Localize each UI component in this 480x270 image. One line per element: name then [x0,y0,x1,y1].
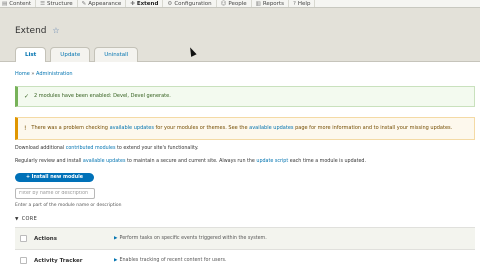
toolbar-item-configuration[interactable]: ⚙ Configuration [163,0,217,7]
toolbar-item-content[interactable]: ▤ Content [0,0,37,7]
toolbar-item-reports[interactable]: ▥ Reports [252,0,289,7]
person-icon: ☺ [220,1,227,7]
breadcrumb: Home » Administration [15,71,73,77]
text-part: to extend your site's functionality. [115,146,199,151]
review-updates-text: Regularly review and install available u… [15,159,366,164]
toolbar-item-label: Reports [262,1,284,7]
module-row: Activity Tracker ▶ Enables tracking of re… [15,249,475,270]
text-part: Regularly review and install [15,159,83,164]
wrench-icon: ⚙ [167,1,173,7]
install-new-module-button[interactable]: + Install new module [15,173,94,182]
toolbar-item-label: Content [9,1,32,7]
module-checkbox[interactable] [20,235,27,242]
available-updates-page-link[interactable]: available updates [249,125,293,131]
toolbar-item-people[interactable]: ☺ People [217,0,252,7]
warning-message-text: There was a problem checking available u… [31,125,452,132]
puzzle-icon: ✚ [130,1,135,7]
toolbar-item-label: Appearance [88,1,122,7]
triangle-right-icon: ▶ [114,258,118,263]
available-updates-link[interactable]: available updates [110,125,154,131]
help-icon: ? [292,1,296,7]
toolbar-item-help[interactable]: ? Help [289,0,316,7]
module-description-toggle[interactable]: ▶ Perform tasks on specific events trigge… [114,236,267,241]
toolbar-item-label: Extend [136,1,159,7]
admin-toolbar: ▤ Content ☰ Structure ✎ Appearance ✚ Ext… [0,0,480,8]
warning-text-part: for your modules or themes. See the [153,125,250,131]
checkmark-icon: ✓ [24,93,30,100]
module-name: Actions [34,235,57,242]
core-section-label: CORE [21,216,38,222]
toolbar-item-label: People [228,1,247,7]
warning-text-part: page for more information and to install… [293,125,453,131]
tab-uninstall[interactable]: Uninstall [94,47,139,62]
toolbar-item-extend[interactable]: ✚ Extend [126,0,164,7]
warning-icon: ! [24,125,27,132]
triangle-right-icon: ▶ [114,236,118,241]
page-title-text: Extend [15,26,47,36]
star-icon[interactable]: ☆ [52,26,59,35]
primary-tabs: List Update Uninstall [15,47,142,62]
module-description-toggle[interactable]: ▶ Enables tracking of recent content for … [114,258,226,263]
module-checkbox[interactable] [20,257,27,264]
available-updates-link-2[interactable]: available updates [83,159,126,164]
toolbar-item-label: Help [297,1,311,7]
breadcrumb-administration[interactable]: Administration [36,71,73,77]
structure-icon: ☰ [40,1,46,7]
contributed-modules-link[interactable]: contributed modules [66,146,116,151]
module-filter-input[interactable] [15,188,95,199]
module-description: Enables tracking of recent content for u… [119,258,227,263]
page-title: Extend ☆ [15,26,60,36]
warning-text-part: There was a problem checking [31,125,110,131]
tab-list[interactable]: List [15,47,47,62]
status-message-text: 2 modules have been enabled: Devel, Deve… [34,93,171,99]
text-part: to maintain a secure and current site. A… [125,159,257,164]
chart-icon: ▥ [255,1,261,7]
brush-icon: ✎ [81,1,87,7]
breadcrumb-home[interactable]: Home [15,71,30,77]
toolbar-item-label: Configuration [174,1,212,7]
download-modules-text: Download additional contributed modules … [15,146,199,151]
filter-description: Enter a part of the module name or descr… [15,203,122,208]
text-part: each time a module is updated. [288,159,366,164]
toolbar-item-appearance[interactable]: ✎ Appearance [78,0,127,7]
module-row: Actions ▶ Perform tasks on specific event… [15,227,475,249]
tab-update[interactable]: Update [50,47,91,62]
core-section-toggle[interactable]: ▼ CORE [15,216,37,222]
warning-message: ! There was a problem checking available… [15,117,475,140]
text-part: Download additional [15,146,66,151]
triangle-down-icon: ▼ [15,217,19,222]
status-message: ✓ 2 modules have been enabled: Devel, De… [15,86,475,107]
module-name: Activity Tracker [34,257,83,264]
module-description: Perform tasks on specific events trigger… [119,236,267,241]
breadcrumb-separator: » [31,71,35,77]
update-script-link[interactable]: update script [256,159,288,164]
page-header: Extend ☆ List Update Uninstall [0,8,480,62]
document-icon: ▤ [2,1,8,7]
toolbar-item-structure[interactable]: ☰ Structure [36,0,78,7]
toolbar-item-label: Structure [47,1,73,7]
